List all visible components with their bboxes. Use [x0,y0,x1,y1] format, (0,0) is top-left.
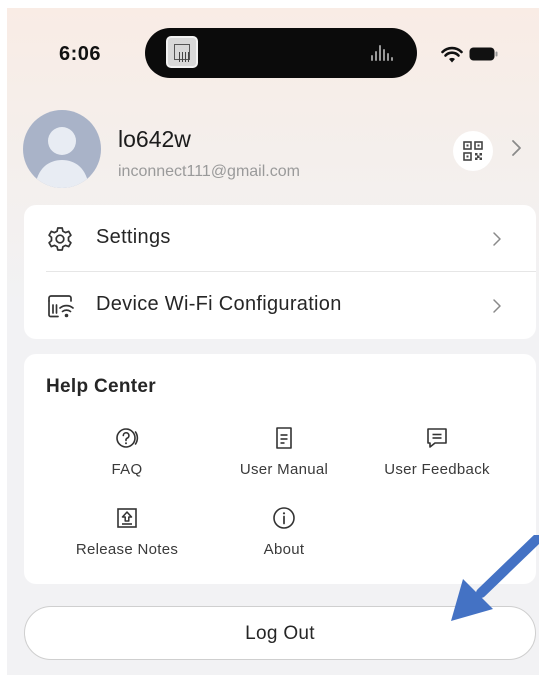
chevron-right-icon[interactable] [510,138,524,158]
chat-bubble-icon [427,428,447,448]
help-item-release-notes[interactable]: Release Notes [57,506,197,566]
status-bar: 6:06 [7,8,539,88]
profile-header[interactable]: lo642w inconnect111@gmail.com [7,106,539,196]
router-wifi-icon [48,295,74,318]
device-wifi-configuration-label: Device Wi-Fi Configuration [96,293,342,315]
chevron-right-icon [493,232,501,246]
user-feedback-label: User Feedback [384,461,490,478]
gear-icon [48,227,72,251]
question-bubble-icon [116,428,139,448]
chevron-right-icon [493,299,501,313]
settings-card: Settings Device Wi-Fi Configuration [24,205,536,339]
help-item-user-feedback[interactable]: User Feedback [367,426,507,486]
battery-icon [469,47,498,61]
profile-username: lo642w [118,126,191,152]
avatar-placeholder-icon [35,127,89,188]
help-item-about[interactable]: About [214,506,354,566]
wifi-icon [441,46,463,63]
menu-item-settings[interactable]: Settings [24,205,536,271]
qr-code-button[interactable] [453,131,493,171]
audio-bars-icon [371,45,393,61]
about-label: About [263,541,305,558]
faq-label: FAQ [111,461,143,478]
user-manual-label: User Manual [239,461,329,478]
avatar[interactable] [23,110,101,188]
screen-thumbnail-icon [166,36,198,68]
qr-code-icon [463,141,483,161]
help-item-faq[interactable]: FAQ [57,426,197,486]
help-center-title: Help Center [46,376,156,397]
help-item-user-manual[interactable]: User Manual [214,426,354,486]
info-circle-icon [273,507,295,529]
release-notes-label: Release Notes [75,541,179,558]
annotation-arrow-icon [451,535,539,621]
menu-item-device-wifi-configuration[interactable]: Device Wi-Fi Configuration [24,272,536,338]
document-icon [276,427,292,449]
dynamic-island[interactable] [145,28,417,78]
status-time: 6:06 [59,43,102,65]
settings-label: Settings [96,226,171,248]
upload-box-icon [117,508,137,528]
profile-email: inconnect111@gmail.com [118,163,300,180]
